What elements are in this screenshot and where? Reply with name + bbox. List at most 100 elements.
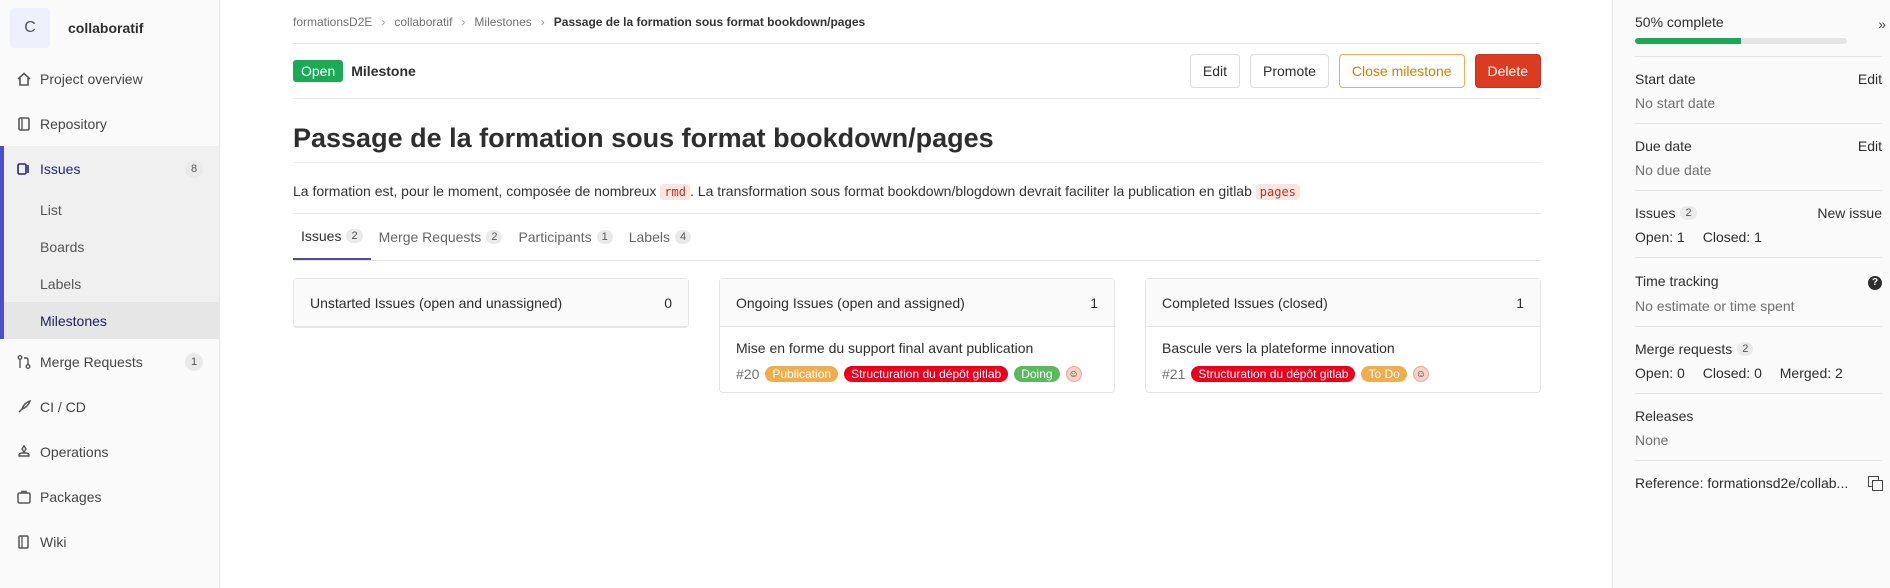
merge-requests-label: Merge requests <box>1635 340 1733 357</box>
breadcrumb-current[interactable]: Passage de la formation sous format book… <box>554 15 865 29</box>
assignee-avatar[interactable]: ☺ <box>1412 366 1429 382</box>
mr-merged[interactable]: Merged: 2 <box>1780 365 1843 381</box>
issue-title-link[interactable]: Mise en forme du support final avant pub… <box>736 340 1098 356</box>
merge-requests-count: 2 <box>1737 341 1754 356</box>
inline-code: pages <box>1255 184 1300 200</box>
sidebar-item-project-overview[interactable]: Project overview <box>0 56 219 101</box>
sidebar-nav: Project overview Repository Issues 8 Lis… <box>0 56 219 564</box>
collapse-sidebar-icon[interactable]: » <box>1878 16 1886 32</box>
new-issue-link[interactable]: New issue <box>1817 205 1882 221</box>
issues-closed[interactable]: Closed: 1 <box>1703 229 1762 245</box>
sidebar-item-packages[interactable]: Packages <box>0 474 219 519</box>
board-title: Ongoing Issues (open and assigned) <box>736 294 965 311</box>
releases-label: Releases <box>1635 407 1694 424</box>
project-header[interactable]: C collaboratif <box>0 0 219 56</box>
edit-button[interactable]: Edit <box>1189 54 1240 88</box>
description-text: . La transformation sous format bookdown… <box>690 183 1252 199</box>
merge-requests-count-badge: 1 <box>185 352 203 371</box>
breadcrumb-project[interactable]: collaboratif <box>394 15 452 29</box>
left-sidebar: C collaboratif Project overview Reposito… <box>0 0 220 588</box>
tab-count: 1 <box>596 230 613 244</box>
issue-card[interactable]: Bascule vers la plateforme innovation #2… <box>1146 327 1540 392</box>
sidebar-subitem-boards[interactable]: Boards <box>4 228 219 265</box>
issue-label[interactable]: To Do <box>1361 366 1407 382</box>
sidebar-item-label: Wiki <box>40 533 67 550</box>
issue-label[interactable]: Structuration du dépôt gitlab <box>844 366 1009 382</box>
edit-start-date-link[interactable]: Edit <box>1858 71 1882 87</box>
reference-section: Reference: formationsd2e/collab... <box>1635 461 1883 503</box>
issue-card[interactable]: Mise en forme du support final avant pub… <box>720 327 1114 392</box>
sidebar-item-wiki[interactable]: Wiki <box>0 519 219 564</box>
issue-meta: #21 Structuration du dépôt gitlab To Do … <box>1162 366 1524 382</box>
board-unstarted: Unstarted Issues (open and unassigned) 0 <box>293 278 689 328</box>
mr-open[interactable]: Open: 0 <box>1635 365 1685 381</box>
due-date-section: Due date Edit No due date <box>1635 124 1882 191</box>
home-icon <box>16 71 32 87</box>
close-milestone-button[interactable]: Close milestone <box>1338 54 1465 88</box>
breadcrumb-milestones[interactable]: Milestones <box>474 15 531 29</box>
merge-request-icon <box>16 354 32 370</box>
issue-meta: #20 Publication Structuration du dépôt g… <box>736 366 1098 382</box>
sidebar-item-merge-requests[interactable]: Merge Requests 1 <box>0 339 219 384</box>
issue-title-link[interactable]: Bascule vers la plateforme innovation <box>1162 340 1524 356</box>
tab-count: 2 <box>346 229 363 243</box>
tab-labels[interactable]: Labels 4 <box>621 214 699 260</box>
tab-participants[interactable]: Participants 1 <box>510 214 620 260</box>
sidebar-item-label: Repository <box>40 115 107 132</box>
tab-label: Labels <box>628 229 670 245</box>
sidebar-item-repository[interactable]: Repository <box>0 101 219 146</box>
app: C collaboratif Project overview Reposito… <box>0 0 1890 588</box>
copy-icon[interactable] <box>1868 475 1883 491</box>
sidebar-item-issues[interactable]: Issues 8 <box>4 146 219 191</box>
milestone-type-label: Milestone <box>351 63 416 79</box>
board-count: 1 <box>1516 294 1524 311</box>
tab-label: Participants <box>518 229 592 245</box>
reference-text: Reference: formationsd2e/collab... <box>1635 474 1849 491</box>
chevron-right-icon: › <box>540 14 545 29</box>
issues-section: Issues 2 New issue Open: 1 Closed: 1 <box>1635 191 1882 258</box>
breadcrumb: formationsD2E › collaboratif › Milestone… <box>293 0 1541 44</box>
progress-text: 50% complete <box>1635 14 1724 30</box>
sidebar-subitem-list[interactable]: List <box>4 191 219 228</box>
edit-due-date-link[interactable]: Edit <box>1858 138 1882 154</box>
wiki-book-icon <box>16 534 32 550</box>
sidebar-item-cicd[interactable]: CI / CD <box>0 384 219 429</box>
issues-count-badge: 8 <box>185 159 203 178</box>
board-header: Unstarted Issues (open and unassigned) 0 <box>294 279 688 327</box>
tab-merge-requests[interactable]: Merge Requests 2 <box>371 214 511 260</box>
promote-button[interactable]: Promote <box>1250 54 1329 88</box>
issue-boards: Unstarted Issues (open and unassigned) 0… <box>293 278 1541 393</box>
tab-label: Issues <box>301 228 342 244</box>
project-name[interactable]: collaboratif <box>68 20 143 36</box>
delete-button[interactable]: Delete <box>1474 54 1541 88</box>
progress-fill <box>1635 38 1741 44</box>
board-ongoing: Ongoing Issues (open and assigned) 1 Mis… <box>719 278 1115 393</box>
issue-id: #20 <box>736 366 760 382</box>
chevron-right-icon: › <box>461 14 466 29</box>
assignee-avatar[interactable]: ☺ <box>1065 366 1082 382</box>
right-sidebar: » 50% complete Start date Edit No start … <box>1612 0 1890 588</box>
sidebar-item-label: Packages <box>40 488 102 505</box>
sidebar-subitem-labels[interactable]: Labels <box>4 265 219 302</box>
merge-requests-stats: Open: 0 Closed: 0 Merged: 2 <box>1635 365 1882 381</box>
sidebar-item-label: CI / CD <box>40 398 86 415</box>
help-icon[interactable]: ? <box>1868 272 1882 290</box>
issue-label[interactable]: Doing <box>1014 366 1060 382</box>
issues-label: Issues <box>1635 205 1676 221</box>
merge-requests-section: Merge requests 2 Open: 0 Closed: 0 Merge… <box>1635 327 1882 394</box>
start-date-value: No start date <box>1635 95 1716 111</box>
tab-count: 2 <box>486 230 503 244</box>
progress-bar <box>1635 38 1847 44</box>
issue-label[interactable]: Publication <box>765 366 839 382</box>
sidebar-item-label: Issues <box>40 160 81 177</box>
breadcrumb-group[interactable]: formationsD2E <box>293 15 372 29</box>
tab-issues[interactable]: Issues 2 <box>293 214 371 260</box>
mr-closed[interactable]: Closed: 0 <box>1703 365 1762 381</box>
milestone-tabs: Issues 2 Merge Requests 2 Participants 1… <box>293 214 1541 261</box>
issue-label[interactable]: Structuration du dépôt gitlab <box>1191 366 1356 382</box>
releases-value: None <box>1635 431 1669 448</box>
sidebar-subitem-milestones[interactable]: Milestones <box>4 302 219 339</box>
issues-open[interactable]: Open: 1 <box>1635 229 1685 245</box>
issues-icon <box>16 161 32 177</box>
sidebar-item-operations[interactable]: Operations <box>0 429 219 474</box>
